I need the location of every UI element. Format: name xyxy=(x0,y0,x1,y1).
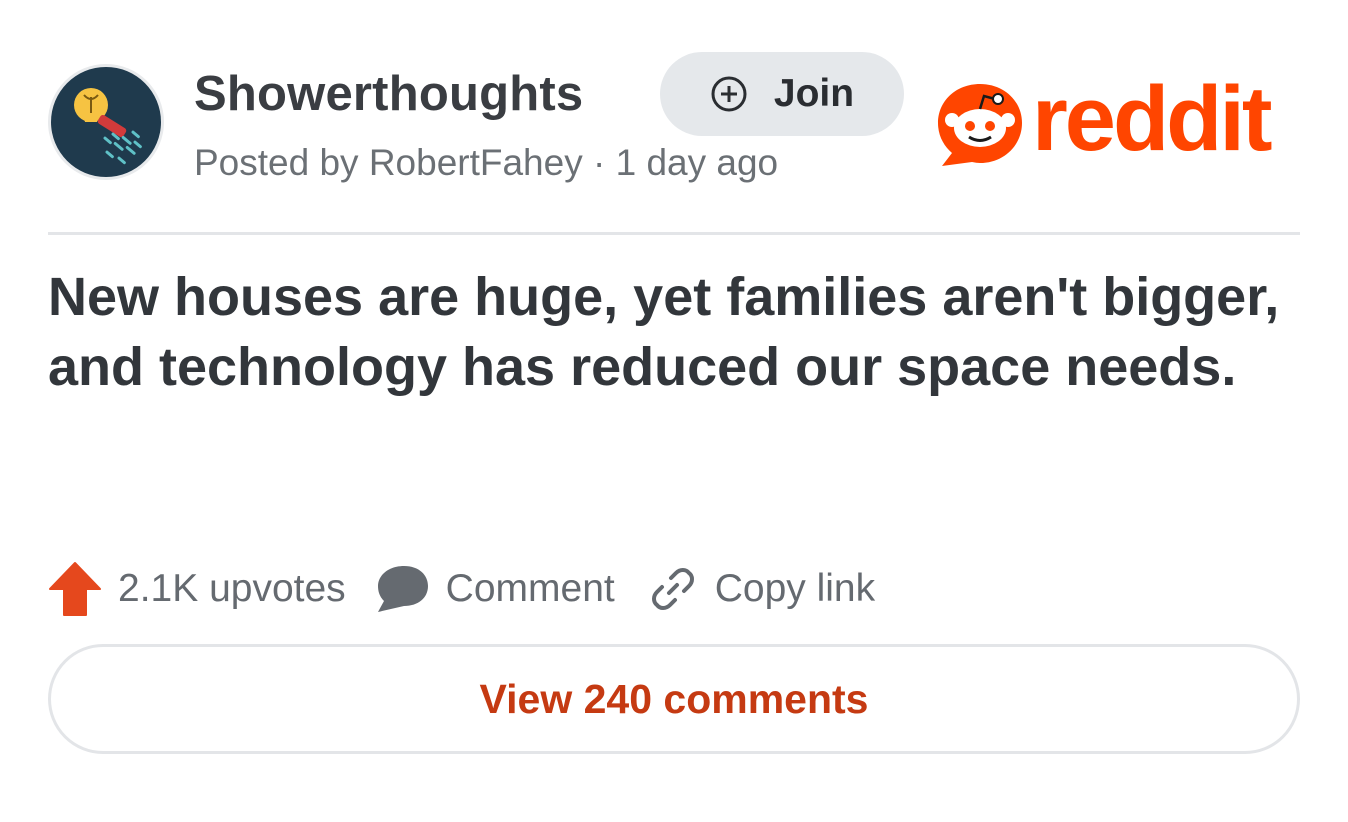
lightbulb-shower-icon xyxy=(51,67,161,177)
upvote-button[interactable]: 2.1K upvotes xyxy=(48,561,346,617)
reddit-snoo-icon xyxy=(938,84,1022,166)
upvote-count: 2.1K upvotes xyxy=(118,567,346,610)
copy-link-button[interactable]: Copy link xyxy=(649,565,875,613)
reddit-logo: reddit xyxy=(932,68,1304,172)
reddit-wordmark: reddit xyxy=(1032,68,1273,170)
chain-link-icon xyxy=(651,568,694,610)
post-card: Showerthoughts Posted by RobertFahey · 1… xyxy=(0,0,1348,822)
post-title[interactable]: New houses are huge, yet families aren't… xyxy=(48,262,1308,402)
plus-circle-icon xyxy=(711,76,747,112)
comment-button[interactable]: Comment xyxy=(374,563,615,615)
upvote-arrow-icon xyxy=(49,562,101,616)
copy-link-label: Copy link xyxy=(714,567,876,610)
divider xyxy=(48,232,1300,235)
comment-bubble-icon xyxy=(377,566,428,612)
post-meta: Posted by RobertFahey · 1 day ago xyxy=(194,142,779,183)
subreddit-name[interactable]: Showerthoughts xyxy=(194,66,583,122)
join-button[interactable]: Join xyxy=(660,52,904,136)
comment-label: Comment xyxy=(445,567,615,610)
post-actions: 2.1K upvotes Comment Copy link xyxy=(48,560,875,618)
join-label: Join xyxy=(773,72,855,115)
view-comments-button[interactable]: View 240 comments xyxy=(48,644,1300,754)
subreddit-avatar[interactable] xyxy=(48,64,164,180)
